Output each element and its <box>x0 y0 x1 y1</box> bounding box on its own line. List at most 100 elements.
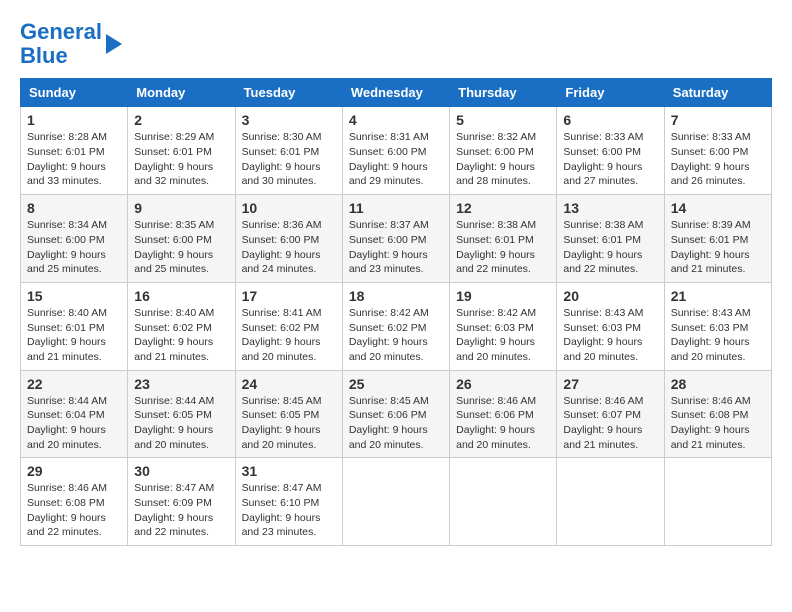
day-info: Sunrise: 8:40 AM Sunset: 6:02 PM Dayligh… <box>134 306 228 365</box>
calendar-day-cell: 5 Sunrise: 8:32 AM Sunset: 6:00 PM Dayli… <box>450 107 557 195</box>
day-info: Sunrise: 8:33 AM Sunset: 6:00 PM Dayligh… <box>671 130 765 189</box>
empty-cell <box>450 458 557 546</box>
calendar-day-cell: 13 Sunrise: 8:38 AM Sunset: 6:01 PM Dayl… <box>557 195 664 283</box>
day-info: Sunrise: 8:46 AM Sunset: 6:07 PM Dayligh… <box>563 394 657 453</box>
calendar-day-cell: 17 Sunrise: 8:41 AM Sunset: 6:02 PM Dayl… <box>235 282 342 370</box>
calendar-day-cell: 7 Sunrise: 8:33 AM Sunset: 6:00 PM Dayli… <box>664 107 771 195</box>
calendar-day-cell: 15 Sunrise: 8:40 AM Sunset: 6:01 PM Dayl… <box>21 282 128 370</box>
day-info: Sunrise: 8:46 AM Sunset: 6:08 PM Dayligh… <box>27 481 121 540</box>
day-number: 1 <box>27 112 121 128</box>
day-number: 22 <box>27 376 121 392</box>
logo-line1: General <box>20 20 102 44</box>
day-info: Sunrise: 8:46 AM Sunset: 6:06 PM Dayligh… <box>456 394 550 453</box>
day-number: 10 <box>242 200 336 216</box>
day-number: 26 <box>456 376 550 392</box>
day-number: 27 <box>563 376 657 392</box>
day-number: 19 <box>456 288 550 304</box>
empty-cell <box>664 458 771 546</box>
calendar-day-cell: 14 Sunrise: 8:39 AM Sunset: 6:01 PM Dayl… <box>664 195 771 283</box>
calendar-day-cell: 1 Sunrise: 8:28 AM Sunset: 6:01 PM Dayli… <box>21 107 128 195</box>
day-info: Sunrise: 8:38 AM Sunset: 6:01 PM Dayligh… <box>456 218 550 277</box>
day-number: 5 <box>456 112 550 128</box>
calendar-day-cell: 2 Sunrise: 8:29 AM Sunset: 6:01 PM Dayli… <box>128 107 235 195</box>
day-number: 8 <box>27 200 121 216</box>
day-number: 23 <box>134 376 228 392</box>
day-number: 21 <box>671 288 765 304</box>
day-number: 12 <box>456 200 550 216</box>
calendar-day-cell: 26 Sunrise: 8:46 AM Sunset: 6:06 PM Dayl… <box>450 370 557 458</box>
day-info: Sunrise: 8:44 AM Sunset: 6:04 PM Dayligh… <box>27 394 121 453</box>
day-number: 24 <box>242 376 336 392</box>
calendar-day-cell: 25 Sunrise: 8:45 AM Sunset: 6:06 PM Dayl… <box>342 370 449 458</box>
day-number: 14 <box>671 200 765 216</box>
calendar-week-row: 1 Sunrise: 8:28 AM Sunset: 6:01 PM Dayli… <box>21 107 772 195</box>
column-header-friday: Friday <box>557 79 664 107</box>
calendar-day-cell: 24 Sunrise: 8:45 AM Sunset: 6:05 PM Dayl… <box>235 370 342 458</box>
calendar-day-cell: 29 Sunrise: 8:46 AM Sunset: 6:08 PM Dayl… <box>21 458 128 546</box>
day-info: Sunrise: 8:30 AM Sunset: 6:01 PM Dayligh… <box>242 130 336 189</box>
day-number: 9 <box>134 200 228 216</box>
column-header-saturday: Saturday <box>664 79 771 107</box>
calendar-week-row: 15 Sunrise: 8:40 AM Sunset: 6:01 PM Dayl… <box>21 282 772 370</box>
calendar-table: SundayMondayTuesdayWednesdayThursdayFrid… <box>20 78 772 546</box>
column-header-sunday: Sunday <box>21 79 128 107</box>
calendar-day-cell: 6 Sunrise: 8:33 AM Sunset: 6:00 PM Dayli… <box>557 107 664 195</box>
day-info: Sunrise: 8:45 AM Sunset: 6:05 PM Dayligh… <box>242 394 336 453</box>
day-number: 7 <box>671 112 765 128</box>
day-info: Sunrise: 8:32 AM Sunset: 6:00 PM Dayligh… <box>456 130 550 189</box>
calendar-day-cell: 8 Sunrise: 8:34 AM Sunset: 6:00 PM Dayli… <box>21 195 128 283</box>
calendar-day-cell: 18 Sunrise: 8:42 AM Sunset: 6:02 PM Dayl… <box>342 282 449 370</box>
day-info: Sunrise: 8:35 AM Sunset: 6:00 PM Dayligh… <box>134 218 228 277</box>
calendar-day-cell: 3 Sunrise: 8:30 AM Sunset: 6:01 PM Dayli… <box>235 107 342 195</box>
day-number: 31 <box>242 463 336 479</box>
calendar-week-row: 22 Sunrise: 8:44 AM Sunset: 6:04 PM Dayl… <box>21 370 772 458</box>
calendar-day-cell: 22 Sunrise: 8:44 AM Sunset: 6:04 PM Dayl… <box>21 370 128 458</box>
day-info: Sunrise: 8:31 AM Sunset: 6:00 PM Dayligh… <box>349 130 443 189</box>
day-number: 3 <box>242 112 336 128</box>
calendar-day-cell: 28 Sunrise: 8:46 AM Sunset: 6:08 PM Dayl… <box>664 370 771 458</box>
calendar-day-cell: 10 Sunrise: 8:36 AM Sunset: 6:00 PM Dayl… <box>235 195 342 283</box>
calendar-week-row: 29 Sunrise: 8:46 AM Sunset: 6:08 PM Dayl… <box>21 458 772 546</box>
day-info: Sunrise: 8:42 AM Sunset: 6:03 PM Dayligh… <box>456 306 550 365</box>
page-header: General Blue <box>20 20 772 68</box>
calendar-day-cell: 4 Sunrise: 8:31 AM Sunset: 6:00 PM Dayli… <box>342 107 449 195</box>
day-info: Sunrise: 8:37 AM Sunset: 6:00 PM Dayligh… <box>349 218 443 277</box>
calendar-day-cell: 16 Sunrise: 8:40 AM Sunset: 6:02 PM Dayl… <box>128 282 235 370</box>
calendar-day-cell: 11 Sunrise: 8:37 AM Sunset: 6:00 PM Dayl… <box>342 195 449 283</box>
column-header-thursday: Thursday <box>450 79 557 107</box>
calendar-day-cell: 20 Sunrise: 8:43 AM Sunset: 6:03 PM Dayl… <box>557 282 664 370</box>
day-info: Sunrise: 8:34 AM Sunset: 6:00 PM Dayligh… <box>27 218 121 277</box>
day-number: 25 <box>349 376 443 392</box>
calendar-week-row: 8 Sunrise: 8:34 AM Sunset: 6:00 PM Dayli… <box>21 195 772 283</box>
calendar-header-row: SundayMondayTuesdayWednesdayThursdayFrid… <box>21 79 772 107</box>
calendar-day-cell: 21 Sunrise: 8:43 AM Sunset: 6:03 PM Dayl… <box>664 282 771 370</box>
day-info: Sunrise: 8:41 AM Sunset: 6:02 PM Dayligh… <box>242 306 336 365</box>
day-number: 6 <box>563 112 657 128</box>
calendar-day-cell: 27 Sunrise: 8:46 AM Sunset: 6:07 PM Dayl… <box>557 370 664 458</box>
day-number: 29 <box>27 463 121 479</box>
day-number: 16 <box>134 288 228 304</box>
column-header-monday: Monday <box>128 79 235 107</box>
day-info: Sunrise: 8:36 AM Sunset: 6:00 PM Dayligh… <box>242 218 336 277</box>
calendar-day-cell: 12 Sunrise: 8:38 AM Sunset: 6:01 PM Dayl… <box>450 195 557 283</box>
day-info: Sunrise: 8:47 AM Sunset: 6:09 PM Dayligh… <box>134 481 228 540</box>
day-info: Sunrise: 8:28 AM Sunset: 6:01 PM Dayligh… <box>27 130 121 189</box>
day-number: 18 <box>349 288 443 304</box>
logo-arrow-icon <box>106 34 122 54</box>
day-number: 13 <box>563 200 657 216</box>
day-info: Sunrise: 8:39 AM Sunset: 6:01 PM Dayligh… <box>671 218 765 277</box>
day-info: Sunrise: 8:46 AM Sunset: 6:08 PM Dayligh… <box>671 394 765 453</box>
day-info: Sunrise: 8:33 AM Sunset: 6:00 PM Dayligh… <box>563 130 657 189</box>
day-info: Sunrise: 8:47 AM Sunset: 6:10 PM Dayligh… <box>242 481 336 540</box>
day-info: Sunrise: 8:43 AM Sunset: 6:03 PM Dayligh… <box>671 306 765 365</box>
empty-cell <box>557 458 664 546</box>
column-header-tuesday: Tuesday <box>235 79 342 107</box>
calendar-day-cell: 9 Sunrise: 8:35 AM Sunset: 6:00 PM Dayli… <box>128 195 235 283</box>
day-number: 4 <box>349 112 443 128</box>
empty-cell <box>342 458 449 546</box>
day-info: Sunrise: 8:29 AM Sunset: 6:01 PM Dayligh… <box>134 130 228 189</box>
day-number: 30 <box>134 463 228 479</box>
day-number: 20 <box>563 288 657 304</box>
column-header-wednesday: Wednesday <box>342 79 449 107</box>
day-number: 11 <box>349 200 443 216</box>
